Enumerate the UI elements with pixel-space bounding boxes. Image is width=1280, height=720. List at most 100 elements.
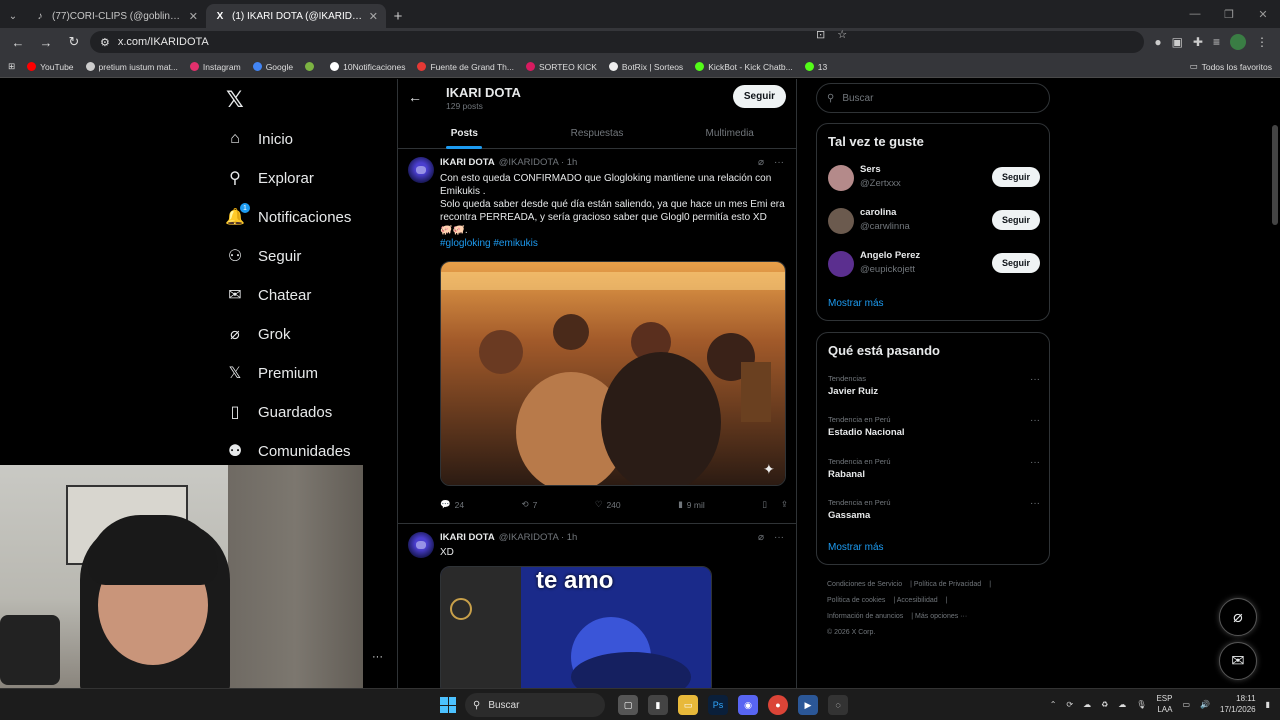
- messages-float-button[interactable]: ✉: [1219, 642, 1257, 680]
- grok-icon[interactable]: ⌀: [758, 532, 764, 543]
- more-icon[interactable]: ···: [1030, 498, 1040, 509]
- volume-icon[interactable]: 🔊: [1200, 700, 1210, 709]
- bookmark-item[interactable]: BotRix | Sorteos: [608, 62, 683, 72]
- close-window-button[interactable]: ✕: [1246, 0, 1280, 28]
- network-icon[interactable]: ▭: [1182, 700, 1190, 709]
- app-icon[interactable]: ▶: [798, 695, 818, 715]
- views-button[interactable]: ▮ 9 mil: [678, 499, 705, 510]
- bookmark-item[interactable]: SORTEO KICK: [525, 62, 597, 72]
- bookmark-icon[interactable]: ▯: [762, 499, 767, 510]
- nav-item-grok[interactable]: ⌀ Grok: [226, 321, 290, 347]
- more-icon[interactable]: ···: [1030, 374, 1040, 385]
- more-icon[interactable]: ···: [372, 651, 383, 663]
- tab-media[interactable]: Multimedia: [663, 117, 796, 149]
- tray-icon[interactable]: ☁: [1083, 700, 1091, 709]
- suggested-user[interactable]: carolina @carwlinna Seguir: [828, 205, 1040, 237]
- language-indicator[interactable]: ESP LAA: [1156, 693, 1172, 715]
- close-icon[interactable]: ✕: [369, 10, 378, 23]
- follow-button[interactable]: Seguir: [991, 253, 1040, 273]
- photoshop-icon[interactable]: Ps: [708, 695, 728, 715]
- bookmark-item[interactable]: 10Notificaciones: [330, 62, 405, 72]
- trend-item[interactable]: Tendencia en Perú Gassama ···: [828, 498, 1040, 521]
- avatar[interactable]: [828, 165, 854, 191]
- more-icon[interactable]: ···: [1030, 415, 1040, 426]
- search-input[interactable]: ⚲ Buscar: [816, 83, 1050, 113]
- bookmark-item[interactable]: 13: [804, 62, 827, 72]
- puzzle-icon[interactable]: ✚: [1193, 35, 1203, 49]
- install-icon[interactable]: ⊡: [816, 28, 825, 41]
- follow-button[interactable]: Seguir: [991, 210, 1040, 230]
- task-view-icon[interactable]: ▢: [618, 695, 638, 715]
- clock[interactable]: 18:11 17/1/2026: [1220, 693, 1256, 715]
- bookmark-item[interactable]: Fuente de Grand Th...: [417, 62, 514, 72]
- trend-item[interactable]: Tendencias Javier Ruiz ···: [828, 374, 1040, 397]
- bookmark-item[interactable]: YouTube: [27, 62, 74, 72]
- nav-item-premium[interactable]: 𝕏 Premium: [226, 360, 318, 386]
- tweet[interactable]: IKARI DOTA @IKARIDOTA · 1h ⌀ ··· Con est…: [398, 149, 796, 524]
- grok-icon[interactable]: ⌀: [758, 157, 764, 168]
- tray-icon[interactable]: ♻: [1101, 700, 1108, 709]
- trend-item[interactable]: Tendencia en Perú Estadio Nacional ···: [828, 415, 1040, 438]
- back-arrow-icon[interactable]: ←: [408, 89, 422, 105]
- tray-icon[interactable]: ☁: [1118, 700, 1126, 709]
- tweet-media[interactable]: te amo: [440, 566, 712, 688]
- file-explorer-icon[interactable]: ▭: [678, 695, 698, 715]
- tab-replies[interactable]: Respuestas: [531, 117, 664, 149]
- tweet-media[interactable]: ✦: [440, 261, 786, 486]
- follow-button[interactable]: Seguir: [732, 85, 786, 108]
- menu-icon[interactable]: ⋮: [1256, 35, 1268, 49]
- more-icon[interactable]: ···: [1030, 457, 1040, 468]
- site-info-icon[interactable]: ⚙: [100, 36, 110, 49]
- tab-posts[interactable]: Posts: [398, 117, 531, 149]
- discord-icon[interactable]: ◉: [738, 695, 758, 715]
- app-icon[interactable]: ▮: [648, 695, 668, 715]
- microphone-icon[interactable]: 🎙: [1136, 700, 1146, 709]
- bookmark-item[interactable]: pretium iustum mat...: [85, 62, 178, 72]
- x-logo-icon[interactable]: 𝕏: [226, 87, 244, 113]
- bookmark-item[interactable]: [305, 62, 318, 72]
- browser-tab-1[interactable]: X (1) IKARI DOTA (@IKARIDOTA) / ✕: [206, 4, 386, 28]
- new-tab-button[interactable]: +: [386, 4, 410, 28]
- tray-icon[interactable]: ⟳: [1066, 700, 1073, 709]
- apps-icon[interactable]: ⊞: [8, 61, 15, 72]
- bookmark-item[interactable]: Google: [252, 62, 293, 72]
- more-icon[interactable]: ···: [774, 532, 784, 543]
- notification-icon[interactable]: ▮: [1266, 700, 1270, 709]
- nav-item-seguir[interactable]: ⚇ Seguir: [226, 243, 302, 269]
- nav-item-explorar[interactable]: ⚲ Explorar: [226, 165, 314, 191]
- taskbar-search[interactable]: ⚲ Buscar: [465, 693, 605, 717]
- extension-icon[interactable]: ●: [1154, 35, 1161, 49]
- bookmark-item[interactable]: KickBot - Kick Chatb...: [695, 62, 793, 72]
- show-more-link[interactable]: Mostrar más: [828, 542, 884, 553]
- reload-button[interactable]: ↻: [62, 30, 86, 54]
- nav-item-notificaciones[interactable]: 🔔 1 Notificaciones: [225, 203, 351, 230]
- browser-tab-0[interactable]: ♪ (77)CORI-CLIPS (@goblincianot ✕: [26, 4, 206, 28]
- like-button[interactable]: ♡ 240: [595, 499, 621, 510]
- back-button[interactable]: ←: [6, 30, 30, 54]
- suggested-user[interactable]: Sers @Zertxxx Seguir: [828, 162, 1040, 194]
- chevron-up-icon[interactable]: ⌃: [1050, 700, 1057, 709]
- more-icon[interactable]: ···: [774, 157, 784, 168]
- close-icon[interactable]: ✕: [189, 10, 198, 23]
- url-input[interactable]: ⚙ x.com/IKARIDOTA ⊡ ☆: [90, 28, 1145, 53]
- nav-item-inicio[interactable]: ⌂ Inicio: [226, 126, 293, 152]
- chrome-icon[interactable]: ●: [768, 695, 788, 715]
- share-icon[interactable]: ⇪: [781, 499, 788, 510]
- trend-item[interactable]: Tendencia en Perú Rabanal ···: [828, 457, 1040, 480]
- profile-avatar[interactable]: [1230, 34, 1246, 50]
- star-icon[interactable]: ☆: [837, 28, 847, 41]
- avatar[interactable]: [828, 208, 854, 234]
- grok-float-button[interactable]: ⌀: [1219, 598, 1257, 636]
- app-icon[interactable]: ◌: [828, 695, 848, 715]
- extension-icon[interactable]: ▣: [1172, 35, 1183, 49]
- retweet-button[interactable]: ⟲ 7: [522, 499, 538, 510]
- reply-button[interactable]: 💬 24: [440, 499, 464, 510]
- nav-item-comunidades[interactable]: ⚉ Comunidades: [226, 438, 351, 464]
- bookmark-item[interactable]: Instagram: [189, 62, 241, 72]
- reading-list-icon[interactable]: ≡: [1213, 35, 1220, 49]
- minimize-button[interactable]: —: [1178, 0, 1212, 28]
- show-more-link[interactable]: Mostrar más: [828, 298, 884, 309]
- all-bookmarks[interactable]: ▭ Todos los favoritos: [1190, 61, 1272, 72]
- suggested-user[interactable]: Angelo Perez @eupickojett Seguir: [828, 248, 1040, 280]
- avatar[interactable]: [828, 251, 854, 277]
